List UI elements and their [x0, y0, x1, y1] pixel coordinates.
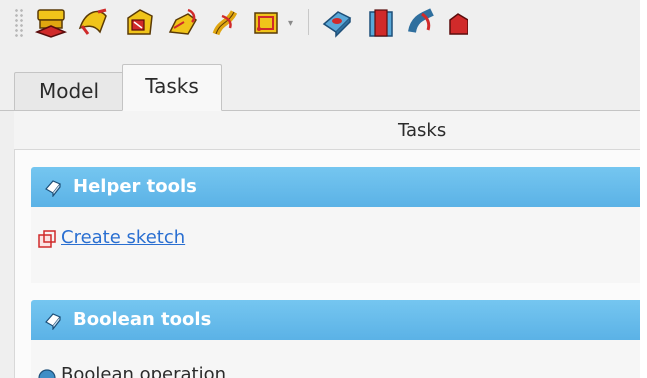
- task-panel: Tasks Helper tools Create sketch Boolean…: [14, 111, 640, 378]
- tab-bar: Model Tasks: [0, 58, 640, 111]
- section-body-boolean-tools: Boolean operation: [31, 340, 640, 378]
- boolean-operation-item[interactable]: Boolean operation: [61, 364, 226, 378]
- tab-model[interactable]: Model: [14, 72, 124, 110]
- tab-tasks[interactable]: Tasks: [122, 64, 222, 111]
- section-body-helper-tools: Create sketch: [31, 207, 640, 283]
- primitives-icon[interactable]: [34, 6, 68, 38]
- boolean-tool-icon[interactable]: [406, 6, 440, 38]
- loft-icon[interactable]: [122, 6, 156, 38]
- tools-icon: [45, 313, 61, 330]
- shape-binder-icon[interactable]: [320, 6, 354, 38]
- toolbar: ▾: [0, 0, 640, 46]
- chevron-down-icon[interactable]: ▾: [288, 18, 293, 29]
- sketch-icon: [38, 230, 56, 248]
- task-content: Helper tools Create sketch Boolean tools: [14, 150, 640, 378]
- sweep-icon[interactable]: [166, 6, 200, 38]
- create-sketch-link[interactable]: Create sketch: [61, 227, 185, 248]
- cube-wireframe-icon[interactable]: [250, 6, 284, 38]
- boolean-icon: [38, 369, 56, 378]
- section-helper-tools[interactable]: Helper tools: [31, 167, 640, 207]
- twist-icon[interactable]: [208, 6, 242, 38]
- shape-icon[interactable]: [448, 6, 468, 38]
- toolbar-grip[interactable]: [14, 8, 24, 38]
- panel-header: Tasks: [14, 111, 640, 150]
- panel-title: Tasks: [398, 120, 447, 141]
- tools-icon: [45, 180, 61, 197]
- section-title: Helper tools: [73, 176, 197, 197]
- section-title: Boolean tools: [73, 309, 212, 330]
- toolbar-separator: [308, 9, 309, 35]
- main-window: ▾ Model Tasks Tasks Helper tools Create …: [0, 0, 640, 378]
- extrude-cut-icon[interactable]: [364, 6, 398, 38]
- ruled-surface-icon[interactable]: [76, 6, 110, 38]
- section-boolean-tools[interactable]: Boolean tools: [31, 300, 640, 340]
